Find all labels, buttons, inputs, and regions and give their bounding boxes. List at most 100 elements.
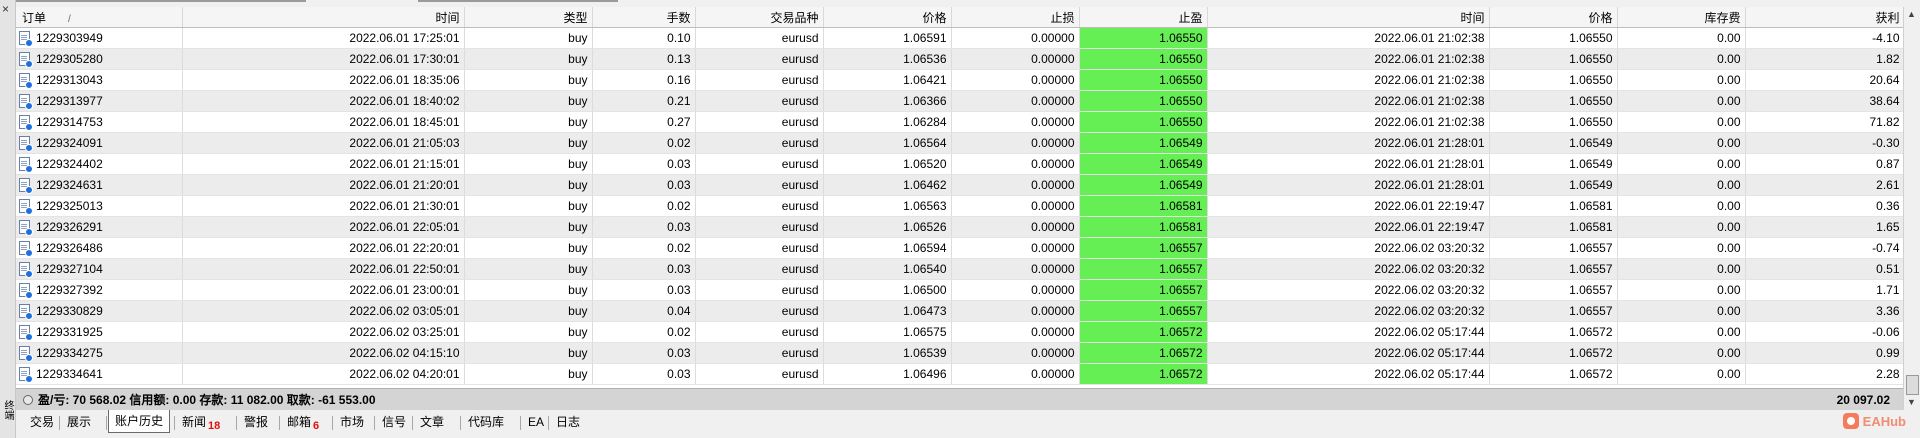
- table-row[interactable]: 1229327392 2022.06.01 23:00:01 buy 0.03 euru…: [16, 279, 1904, 301]
- tab-7[interactable]: 信号: [376, 412, 412, 432]
- tab-separator: [236, 416, 237, 430]
- table-row[interactable]: 1229334275 2022.06.02 04:15:10 buy 0.03 euru…: [16, 342, 1904, 364]
- table-row[interactable]: 1229324402 2022.06.01 21:15:01 buy 0.03 euru…: [16, 153, 1904, 175]
- cell-close-price: 1.06550: [1489, 111, 1618, 133]
- tab-3[interactable]: 新闻 18: [176, 412, 226, 432]
- tab-8[interactable]: 文章: [414, 412, 450, 432]
- table-row[interactable]: 1229313043 2022.06.01 18:35:06 buy 0.16 euru…: [16, 69, 1904, 91]
- cell-close-time: 2022.06.02 03:20:32: [1207, 300, 1490, 322]
- cell-close-price: 1.06557: [1489, 258, 1618, 280]
- cell-order-id: 1229327392: [16, 279, 183, 301]
- cell-open-price: 1.06473: [823, 300, 952, 322]
- order-id-text: 1229326291: [36, 220, 103, 234]
- tab-10[interactable]: EA: [522, 412, 550, 432]
- cell-symbol: eurusd: [695, 132, 824, 154]
- cell-open-price: 1.06563: [823, 195, 952, 217]
- cell-volume: 0.03: [592, 174, 696, 196]
- scroll-up-arrow-icon[interactable]: ▲: [1907, 9, 1916, 19]
- table-row[interactable]: 1229303949 2022.06.01 17:25:01 buy 0.10 euru…: [16, 27, 1904, 49]
- cell-order-id: 1229327104: [16, 258, 183, 280]
- cell-swap: 0.00: [1617, 69, 1746, 91]
- tab-label: 交易: [30, 415, 55, 429]
- cell-swap: 0.00: [1617, 342, 1746, 364]
- table-row[interactable]: 1229326291 2022.06.01 22:05:01 buy 0.03 euru…: [16, 216, 1904, 238]
- cell-take-profit: 1.06572: [1079, 363, 1208, 385]
- cell-close-price: 1.06549: [1489, 132, 1618, 154]
- closed-order-icon: [19, 199, 33, 215]
- cell-open-price: 1.06540: [823, 258, 952, 280]
- column-header-close-price[interactable]: 价格: [1489, 7, 1618, 28]
- table-row[interactable]: 1229314753 2022.06.01 18:45:01 buy 0.27 euru…: [16, 111, 1904, 133]
- column-header-swap[interactable]: 库存费: [1617, 7, 1746, 28]
- order-id-text: 1229313043: [36, 73, 103, 87]
- table-row[interactable]: 1229327104 2022.06.01 22:50:01 buy 0.03 euru…: [16, 258, 1904, 280]
- column-header-open-price[interactable]: 价格: [823, 7, 952, 28]
- column-header-open-time[interactable]: 时间: [182, 7, 465, 28]
- cell-close-price: 1.06557: [1489, 237, 1618, 259]
- cell-profit: 1.65: [1745, 216, 1904, 238]
- cell-take-profit: 1.06572: [1079, 321, 1208, 343]
- cell-open-price: 1.06539: [823, 342, 952, 364]
- column-header-profit[interactable]: 获利: [1745, 7, 1904, 28]
- column-header-volume[interactable]: 手数: [592, 7, 696, 28]
- cell-swap: 0.00: [1617, 237, 1746, 259]
- tab-1[interactable]: 展示: [61, 412, 97, 432]
- table-row[interactable]: 1229326486 2022.06.01 22:20:01 buy 0.02 euru…: [16, 237, 1904, 259]
- summary-text: 盈/亏: 70 568.02 信用额: 0.00 存款: 11 082.00 取…: [38, 393, 376, 407]
- table-row[interactable]: 1229325013 2022.06.01 21:30:01 buy 0.02 euru…: [16, 195, 1904, 217]
- tab-9[interactable]: 代码库: [462, 412, 510, 432]
- scrollbar-thumb[interactable]: [1906, 375, 1919, 395]
- cell-open-time: 2022.06.02 04:15:10: [182, 342, 465, 364]
- tab-6[interactable]: 市场: [334, 412, 370, 432]
- tab-separator: [374, 416, 375, 430]
- column-header-type[interactable]: 类型: [464, 7, 593, 28]
- cell-symbol: eurusd: [695, 90, 824, 112]
- cell-order-id: 1229313977: [16, 90, 183, 112]
- tab-11[interactable]: 日志: [550, 412, 586, 432]
- cell-profit: -0.30: [1745, 132, 1904, 154]
- cell-close-time: 2022.06.02 05:17:44: [1207, 342, 1490, 364]
- scroll-down-arrow-icon[interactable]: ▼: [1907, 397, 1916, 407]
- column-header-order[interactable]: 订单 /: [16, 7, 183, 28]
- tab-4[interactable]: 警报: [238, 412, 274, 432]
- cell-profit: -0.74: [1745, 237, 1904, 259]
- cell-swap: 0.00: [1617, 279, 1746, 301]
- tab-label: 邮箱: [287, 415, 312, 429]
- cell-symbol: eurusd: [695, 69, 824, 91]
- cell-profit: 2.61: [1745, 174, 1904, 196]
- table-row[interactable]: 1229305280 2022.06.01 17:30:01 buy 0.13 euru…: [16, 48, 1904, 70]
- cell-volume: 0.21: [592, 90, 696, 112]
- table-row[interactable]: 1229330829 2022.06.02 03:05:01 buy 0.04 euru…: [16, 300, 1904, 322]
- column-header-stop-loss[interactable]: 止损: [951, 7, 1080, 28]
- cell-volume: 0.02: [592, 195, 696, 217]
- order-id-text: 1229334641: [36, 367, 103, 381]
- cell-close-price: 1.06572: [1489, 321, 1618, 343]
- cell-open-time: 2022.06.01 18:45:01: [182, 111, 465, 133]
- table-row[interactable]: 1229324091 2022.06.01 21:05:03 buy 0.02 euru…: [16, 132, 1904, 154]
- table-row[interactable]: 1229313977 2022.06.01 18:40:02 buy 0.21 euru…: [16, 90, 1904, 112]
- cell-close-price: 1.06549: [1489, 174, 1618, 196]
- cell-order-id: 1229324631: [16, 174, 183, 196]
- tab-label: 警报: [244, 415, 269, 429]
- cell-open-price: 1.06594: [823, 237, 952, 259]
- close-icon[interactable]: ×: [2, 3, 9, 15]
- column-header-symbol[interactable]: 交易品种: [695, 7, 824, 28]
- cell-take-profit: 1.06581: [1079, 195, 1208, 217]
- cell-profit: -4.10: [1745, 27, 1904, 49]
- cell-volume: 0.03: [592, 342, 696, 364]
- cell-close-time: 2022.06.01 21:02:38: [1207, 111, 1490, 133]
- column-header-take-profit[interactable]: 止盈: [1079, 7, 1208, 28]
- column-header-close-time[interactable]: 时间: [1207, 7, 1490, 28]
- vertical-scrollbar[interactable]: ▲ ▼: [1903, 7, 1920, 410]
- cell-take-profit: 1.06581: [1079, 216, 1208, 238]
- tab-separator: [548, 416, 549, 430]
- table-row[interactable]: 1229324631 2022.06.01 21:20:01 buy 0.03 euru…: [16, 174, 1904, 196]
- cell-type: buy: [464, 48, 593, 70]
- table-row[interactable]: 1229331925 2022.06.02 03:25:01 buy 0.02 euru…: [16, 321, 1904, 343]
- tab-2[interactable]: 账户历史: [108, 410, 171, 433]
- tab-badge: 18: [208, 420, 221, 432]
- table-row[interactable]: 1229334641 2022.06.02 04:20:01 buy 0.03 euru…: [16, 363, 1904, 385]
- tab-5[interactable]: 邮箱 6: [281, 412, 325, 432]
- tab-0[interactable]: 交易: [24, 412, 60, 432]
- cell-swap: 0.00: [1617, 363, 1746, 385]
